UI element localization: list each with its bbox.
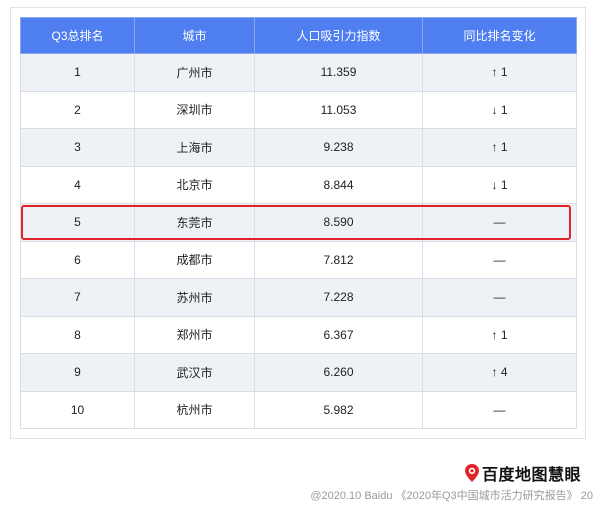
city-cell: 东莞市 xyxy=(134,203,255,242)
index-cell: 11.053 xyxy=(254,90,423,129)
city-cell: 上海市 xyxy=(134,128,255,167)
city-cell: 郑州市 xyxy=(134,315,255,354)
ranking-table: Q3总排名 城市 人口吸引力指数 同比排名变化 1 广州市 11.359 ↑ 1 2 深圳… xyxy=(20,17,577,429)
city-cell: 武汉市 xyxy=(134,353,255,392)
table-row: 6 成都市 7.812— xyxy=(20,240,577,279)
change-cell: ↓ 1 xyxy=(422,165,577,204)
index-cell: 6.260 xyxy=(254,353,423,392)
rank-cell: 6 xyxy=(20,240,135,279)
table-header-row: Q3总排名 城市 人口吸引力指数 同比排名变化 xyxy=(20,17,577,54)
index-cell: 7.228 xyxy=(254,278,423,317)
rank-cell: 7 xyxy=(20,278,135,317)
index-cell: 5.982 xyxy=(254,390,423,429)
footer-page-number: 20 xyxy=(580,490,593,502)
brand-logo: 百度地图慧眼 xyxy=(464,461,581,485)
table-row: 7 苏州市 7.228— xyxy=(20,278,577,317)
table-row: 1 广州市 11.359 ↑ 1 xyxy=(20,53,577,92)
index-cell: 6.367 xyxy=(254,315,423,354)
city-cell: 广州市 xyxy=(134,53,255,92)
change-cell: — xyxy=(422,240,577,279)
city-cell: 苏州市 xyxy=(134,278,255,317)
index-cell: 7.812 xyxy=(254,240,423,279)
table-row: 9 武汉市 6.260 ↑ 4 xyxy=(20,353,577,392)
index-cell: 8.844 xyxy=(254,165,423,204)
change-cell: ↑ 4 xyxy=(422,353,577,392)
change-cell: ↑ 1 xyxy=(422,128,577,167)
table-row: 8 郑州市 6.367 ↑ 1 xyxy=(20,315,577,354)
rank-cell: 9 xyxy=(20,353,135,392)
rank-cell: 1 xyxy=(20,53,135,92)
index-cell: 9.238 xyxy=(254,128,423,167)
rank-cell: 2 xyxy=(20,90,135,129)
table-row: 3 上海市 9.238 ↑ 1 xyxy=(20,128,577,167)
logo-text: 百度地图慧眼 xyxy=(481,467,581,484)
table-row: 4 北京市 8.844 ↓ 1 xyxy=(20,165,577,204)
change-cell: ↓ 1 xyxy=(422,90,577,129)
rank-cell: 8 xyxy=(20,315,135,354)
header-city: 城市 xyxy=(134,17,255,54)
footer-source: @2020.10 Baidu 《2020年Q3中国城市活力研究报告》 xyxy=(310,490,578,502)
index-cell: 8.590 xyxy=(254,203,423,242)
change-cell: — xyxy=(422,278,577,317)
table-row: 5 东莞市 8.590— xyxy=(20,203,577,242)
change-cell: — xyxy=(422,390,577,429)
city-cell: 北京市 xyxy=(134,165,255,204)
rank-cell: 5 xyxy=(20,203,135,242)
rank-cell: 3 xyxy=(20,128,135,167)
index-cell: 11.359 xyxy=(254,53,423,92)
city-cell: 成都市 xyxy=(134,240,255,279)
header-rank: Q3总排名 xyxy=(20,17,135,54)
header-index: 人口吸引力指数 xyxy=(254,17,423,54)
footer-credit: @2020.10 Baidu 《2020年Q3中国城市活力研究报告》 20 xyxy=(310,487,593,503)
header-change: 同比排名变化 xyxy=(422,17,577,54)
city-cell: 杭州市 xyxy=(134,390,255,429)
change-cell: — xyxy=(422,203,577,242)
table-row: 10 杭州市 5.982— xyxy=(20,390,577,429)
change-cell: ↑ 1 xyxy=(422,53,577,92)
rank-cell: 10 xyxy=(20,390,135,429)
map-pin-icon xyxy=(464,464,479,482)
table-row: 2 深圳市 11.053 ↓ 1 xyxy=(20,90,577,129)
city-cell: 深圳市 xyxy=(134,90,255,129)
change-cell: ↑ 1 xyxy=(422,315,577,354)
rank-cell: 4 xyxy=(20,165,135,204)
